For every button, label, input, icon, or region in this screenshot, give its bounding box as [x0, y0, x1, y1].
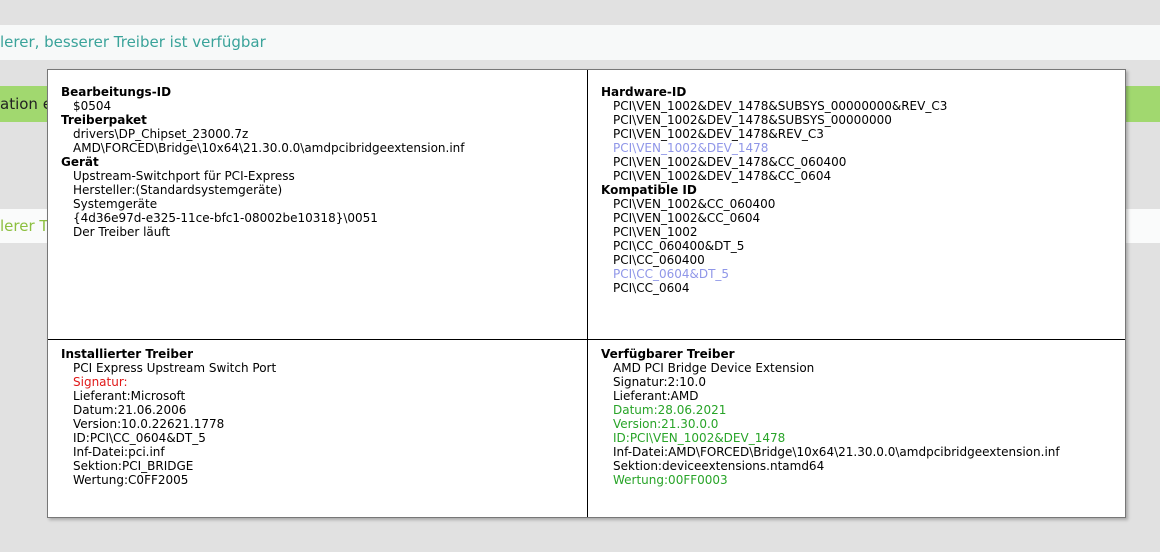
compatible-id: PCI\CC_060400&DT_5	[613, 239, 745, 253]
installed-driver-section-name: Sektion:PCI_BRIDGE	[73, 459, 194, 473]
installed-driver-rating: Wertung:C0FF2005	[73, 473, 189, 487]
package-label: Treiberpaket	[61, 113, 147, 127]
available-driver-date: Datum:28.06.2021	[613, 403, 727, 417]
driver-details-tooltip: Bearbeitungs-ID $0504 Treiberpaket drive…	[47, 69, 1126, 518]
divider-vertical	[587, 70, 588, 517]
device-line: Der Treiber läuft	[73, 225, 171, 239]
installed-driver-version: Version:10.0.22621.1778	[73, 417, 225, 431]
edit-id-label: Bearbeitungs-ID	[61, 85, 172, 99]
hardware-id-matched: PCI\VEN_1002&DEV_1478	[613, 141, 769, 155]
row-status-text: ation e	[0, 95, 52, 113]
package-line: AMD\FORCED\Bridge\10x64\21.30.0.0\amdpci…	[73, 141, 465, 155]
available-driver-label: Verfügbarer Treiber	[601, 347, 735, 361]
installed-driver-label: Installierter Treiber	[61, 347, 194, 361]
hardware-id: PCI\VEN_1002&DEV_1478&SUBSYS_00000000	[613, 113, 892, 127]
hardware-id: PCI\VEN_1002&DEV_1478&SUBSYS_00000000&RE…	[613, 99, 948, 113]
hardware-id: PCI\VEN_1002&DEV_1478&CC_0604	[613, 169, 832, 183]
compatible-id-matched: PCI\CC_0604&DT_5	[613, 267, 730, 281]
installed-driver-signature: Signatur:	[73, 375, 128, 389]
available-driver-section: Verfügbarer Treiber AMD PCI Bridge Devic…	[601, 347, 1060, 487]
hardware-id-label: Hardware-ID	[601, 85, 687, 99]
driver-row-update-available[interactable]: lerer, besserer Treiber ist verfügbar	[0, 25, 1160, 60]
hardware-id: PCI\VEN_1002&DEV_1478&REV_C3	[613, 127, 824, 141]
compatible-id-label: Kompatible ID	[601, 183, 697, 197]
compatible-id: PCI\CC_060400	[613, 253, 705, 267]
installed-driver-vendor: Lieferant:Microsoft	[73, 389, 186, 403]
available-driver-section-name: Sektion:deviceextensions.ntamd64	[613, 459, 825, 473]
available-driver-signature: Signatur:2:10.0	[613, 375, 706, 389]
device-line: Systemgeräte	[73, 197, 158, 211]
compatible-id: PCI\VEN_1002	[613, 225, 698, 239]
hardware-ids-section: Hardware-ID PCI\VEN_1002&DEV_1478&SUBSYS…	[601, 85, 947, 295]
device-info-section: Bearbeitungs-ID $0504 Treiberpaket drive…	[61, 85, 465, 239]
compatible-id: PCI\VEN_1002&CC_060400	[613, 197, 776, 211]
device-line: Upstream-Switchport für PCI-Express	[73, 169, 295, 183]
installed-driver-name: PCI Express Upstream Switch Port	[73, 361, 277, 375]
available-driver-name: AMD PCI Bridge Device Extension	[613, 361, 815, 375]
top-bar	[0, 0, 1160, 25]
device-label: Gerät	[61, 155, 99, 169]
hardware-id: PCI\VEN_1002&DEV_1478&CC_060400	[613, 155, 847, 169]
available-driver-version: Version:21.30.0.0	[613, 417, 719, 431]
compatible-id: PCI\CC_0604	[613, 281, 690, 295]
divider-horizontal	[48, 339, 1125, 340]
compatible-id: PCI\VEN_1002&CC_0604	[613, 211, 761, 225]
row-status-text: lerer T	[0, 217, 49, 235]
available-driver-id: ID:PCI\VEN_1002&DEV_1478	[613, 431, 786, 445]
package-line: drivers\DP_Chipset_23000.7z	[73, 127, 249, 141]
row-status-text: lerer, besserer Treiber ist verfügbar	[0, 33, 266, 51]
installed-driver-date: Datum:21.06.2006	[73, 403, 187, 417]
available-driver-inf: Inf-Datei:AMD\FORCED\Bridge\10x64\21.30.…	[613, 445, 1060, 459]
installed-driver-inf: Inf-Datei:pci.inf	[73, 445, 165, 459]
edit-id-value: $0504	[73, 99, 112, 113]
available-driver-rating: Wertung:00FF0003	[613, 473, 728, 487]
available-driver-vendor: Lieferant:AMD	[613, 389, 699, 403]
device-line: {4d36e97d-e325-11ce-bfc1-08002be10318}\0…	[73, 211, 378, 225]
installed-driver-section: Installierter Treiber PCI Express Upstre…	[61, 347, 276, 487]
installed-driver-id: ID:PCI\CC_0604&DT_5	[73, 431, 206, 445]
device-line: Hersteller:(Standardsystemgeräte)	[73, 183, 283, 197]
